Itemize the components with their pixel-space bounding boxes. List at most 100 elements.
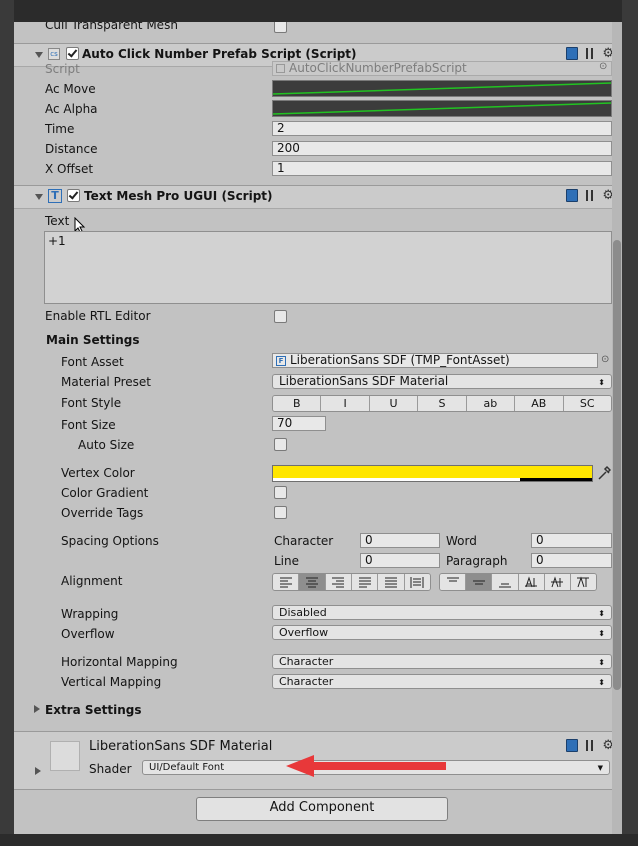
foldout-collapsed-icon[interactable] (35, 767, 41, 775)
wrapping-dropdown[interactable]: Disabled ⬍ (272, 605, 612, 620)
preset-sliders-icon[interactable] (584, 189, 596, 202)
vertex-color-field[interactable] (272, 465, 593, 482)
script-icon: cs (48, 48, 60, 60)
font-asset-field[interactable]: LiberationSans SDF (TMP_FontAsset) (272, 353, 598, 368)
help-book-icon[interactable] (566, 739, 579, 752)
ac-alpha-curve[interactable] (272, 100, 612, 117)
inspector-panel: Cull Transparent Mesh cs Auto Click Numb… (14, 22, 622, 834)
tmp-enabled-checkbox[interactable] (67, 189, 80, 202)
left-window-border (0, 0, 14, 846)
color-gradient-checkbox[interactable] (274, 486, 287, 499)
align-top-button[interactable] (440, 574, 467, 590)
align-baseline-icon (525, 576, 538, 588)
word-spacing-field[interactable]: 0 (531, 533, 612, 548)
material-preset-value: LiberationSans SDF Material (279, 374, 449, 388)
align-midline-icon (551, 576, 564, 588)
auto-size-label: Auto Size (78, 438, 135, 452)
font-style-italic-button[interactable]: I (321, 396, 370, 411)
character-spacing-label: Character (274, 534, 334, 548)
scrollbar-track[interactable] (612, 22, 622, 834)
foldout-expanded-icon[interactable] (35, 52, 43, 58)
enable-rtl-checkbox[interactable] (274, 310, 287, 323)
dropdown-arrow-icon: ⬍ (598, 658, 605, 667)
align-flush-button[interactable] (378, 574, 405, 590)
enable-rtl-label: Enable RTL Editor (45, 309, 151, 323)
overflow-dropdown[interactable]: Overflow ⬍ (272, 625, 612, 640)
align-midline-button[interactable] (544, 574, 571, 590)
wrapping-label: Wrapping (61, 607, 119, 621)
tmp-title: Text Mesh Pro UGUI (Script) (84, 189, 273, 203)
font-style-smallcaps-button[interactable]: SC (563, 396, 611, 411)
object-picker-icon[interactable]: ⊙ (601, 354, 609, 365)
align-left-button[interactable] (273, 574, 300, 590)
font-style-strikethrough-button[interactable]: S (418, 396, 467, 411)
foldout-collapsed-icon[interactable] (34, 705, 40, 713)
script-value: AutoClickNumberPrefabScript (289, 61, 467, 75)
horizontal-mapping-dropdown[interactable]: Character ⬍ (272, 654, 612, 669)
paragraph-spacing-label: Paragraph (446, 554, 508, 568)
horizontal-mapping-value: Character (279, 655, 334, 668)
script-field[interactable]: AutoClickNumberPrefabScript (272, 61, 612, 76)
foldout-expanded-icon[interactable] (35, 194, 43, 200)
align-geometry-center-button[interactable] (404, 574, 430, 590)
extra-settings-heading[interactable]: Extra Settings (45, 703, 142, 717)
tmp-component-header[interactable]: T Text Mesh Pro UGUI (Script) ⚙ (14, 185, 622, 209)
ac-alpha-label: Ac Alpha (45, 102, 98, 116)
distance-field[interactable]: 200 (272, 141, 612, 156)
help-book-icon[interactable] (566, 47, 579, 60)
font-style-uppercase-button[interactable]: AB (515, 396, 564, 411)
color-gradient-label: Color Gradient (61, 486, 149, 500)
preset-sliders-icon[interactable] (584, 739, 596, 752)
vertex-color-swatch (273, 466, 592, 478)
paragraph-spacing-field[interactable]: 0 (531, 553, 612, 568)
time-field[interactable]: 2 (272, 121, 612, 136)
vertex-color-label: Vertex Color (61, 466, 135, 480)
word-spacing-label: Word (446, 534, 477, 548)
ac-move-curve[interactable] (272, 80, 612, 97)
help-book-icon[interactable] (566, 189, 579, 202)
font-style-lowercase-button[interactable]: ab (466, 396, 516, 411)
vertical-mapping-label: Vertical Mapping (61, 675, 162, 689)
align-left-icon (279, 577, 292, 588)
align-right-button[interactable] (325, 574, 352, 590)
font-style-bold-button[interactable]: B (273, 396, 322, 411)
preset-sliders-icon[interactable] (584, 47, 596, 60)
text-t-icon: T (48, 189, 62, 203)
text-input-area[interactable]: +1 (44, 231, 612, 304)
add-component-button[interactable]: Add Component (196, 797, 448, 821)
horizontal-mapping-label: Horizontal Mapping (61, 655, 178, 669)
auto-click-title: Auto Click Number Prefab Script (Script) (82, 47, 357, 61)
cull-transparent-mesh-checkbox[interactable] (274, 22, 287, 33)
eyedropper-icon[interactable] (597, 465, 611, 481)
align-bottom-button[interactable] (492, 574, 519, 590)
bottom-window-border (0, 834, 638, 846)
align-capline-icon (577, 576, 590, 588)
font-style-label: Font Style (61, 396, 122, 410)
material-preset-dropdown[interactable]: LiberationSans SDF Material ⬍ (272, 374, 612, 389)
object-picker-icon[interactable]: ⊙ (599, 61, 607, 72)
character-spacing-field[interactable]: 0 (360, 533, 440, 548)
line-spacing-field[interactable]: 0 (360, 553, 440, 568)
override-tags-checkbox[interactable] (274, 506, 287, 519)
align-justified-button[interactable] (351, 574, 379, 590)
font-size-field[interactable]: 70 (272, 416, 326, 431)
auto-click-enabled-checkbox[interactable] (66, 47, 79, 60)
align-middle-icon (472, 580, 485, 585)
auto-size-checkbox[interactable] (274, 438, 287, 451)
align-center-button[interactable] (299, 574, 326, 590)
align-middle-button[interactable] (466, 574, 493, 590)
material-preset-label: Material Preset (61, 375, 151, 389)
scrollbar-thumb[interactable] (613, 240, 621, 690)
main-settings-heading: Main Settings (46, 333, 140, 347)
font-asset-icon: F (276, 356, 286, 366)
x-offset-label: X Offset (45, 162, 94, 176)
overflow-value: Overflow (279, 626, 329, 639)
x-offset-field[interactable]: 1 (272, 161, 612, 176)
font-style-underline-button[interactable]: U (369, 396, 419, 411)
script-label: Script (45, 62, 80, 76)
line-spacing-label: Line (274, 554, 300, 568)
align-baseline-button[interactable] (518, 574, 545, 590)
align-capline-button[interactable] (570, 574, 596, 590)
font-size-label: Font Size (61, 418, 116, 432)
vertical-mapping-dropdown[interactable]: Character ⬍ (272, 674, 612, 689)
